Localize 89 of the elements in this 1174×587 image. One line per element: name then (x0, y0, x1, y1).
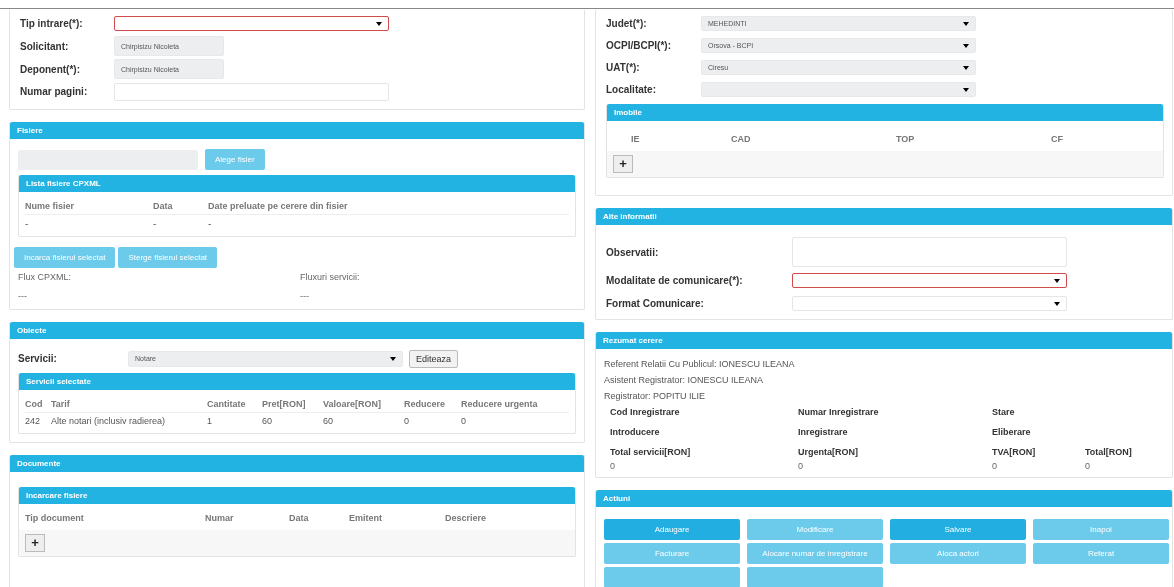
panel-header: Servicii selectate (19, 373, 575, 390)
column-header: Descriere (445, 513, 488, 523)
field-label: Observatii: (606, 246, 660, 258)
summary-line: Referent Relatii Cu Publicul: IONESCU ILEANA (604, 359, 796, 369)
summary-label: Total[RON] (1085, 447, 1133, 457)
summary-label: TVA[RON] (992, 447, 1037, 457)
edit-button[interactable]: Editeaza (409, 349, 459, 368)
table-cell-text: Alte notari (inclusiv radierea) (51, 416, 167, 426)
caret-icon (390, 356, 396, 361)
table-cell-text: - (208, 218, 213, 229)
action-button[interactable]: Adaugare (604, 519, 740, 540)
column-header: Tip document (25, 513, 85, 523)
table-cell-text: - (153, 218, 158, 229)
select-field[interactable] (792, 273, 1067, 288)
column-header: Cod (25, 399, 44, 409)
summary-value: 0 (992, 461, 998, 471)
table-cell-text: 60 (262, 416, 273, 426)
table-cell-text: - (25, 218, 30, 229)
column-header: Cantitate (207, 399, 247, 409)
summary-line: Asistent Registrator: IONESCU ILEANA (604, 375, 765, 385)
panel-header: Lista fisiere CPXML (19, 175, 575, 192)
panel-header: Incarcare fisiere (19, 487, 575, 504)
action-button[interactable]: Salvare (890, 519, 1026, 540)
select-field[interactable] (114, 16, 389, 31)
column-header: Pret[RON] (262, 399, 307, 409)
flow-value: --- (18, 291, 28, 301)
field-label: UAT(*): (606, 62, 641, 73)
summary-label: Stare (992, 407, 1016, 417)
panel-header: Imobile (607, 104, 1163, 121)
field-label: Servicii: (18, 353, 58, 364)
column-header: Tarif (51, 399, 71, 409)
caret-icon (1054, 278, 1060, 283)
summary-label: Urgenta[RON] (798, 447, 859, 457)
panel-header: Documente (10, 455, 584, 472)
column-header: CF (1051, 134, 1064, 144)
column-header: Numar (205, 513, 235, 523)
summary-label: Cod Inregistrare (610, 407, 681, 417)
add-button[interactable]: + (613, 155, 633, 173)
field-label: Tip intrare(*): (20, 18, 84, 29)
caret-icon (963, 21, 969, 26)
summary-value: 0 (798, 461, 804, 471)
field-label: Format Comunicare: (606, 298, 705, 309)
column-header: Data (289, 513, 310, 523)
flow-label: Flux CPXML: (18, 272, 72, 282)
column-header: TOP (896, 134, 916, 144)
column-header: Date preluate pe cerere din fisier (208, 201, 349, 211)
field-label: Solicitant: (20, 40, 70, 52)
panel-header: Rezumat cerere (596, 332, 1172, 349)
text-area[interactable] (792, 237, 1067, 267)
column-header: Emitent (349, 513, 383, 523)
summary-value: 0 (1085, 461, 1091, 471)
input-field[interactable] (114, 82, 389, 101)
summary-label: Introducere (610, 427, 661, 437)
column-header: Nume fisier (25, 201, 76, 211)
flow-label: Fluxuri servicii: (300, 272, 361, 282)
summary-label: Numar Inregistrare (798, 407, 880, 417)
column-header: Reducere (404, 399, 447, 409)
caret-icon (1054, 301, 1060, 306)
caret-icon (963, 87, 969, 92)
summary-line: Registrator: POPITU ILIE (604, 391, 707, 401)
panel-header: Obiecte (10, 322, 584, 339)
flow-value: --- (300, 291, 310, 301)
panel-header: Alte informatii (596, 208, 1172, 225)
summary-label: Total servicii[RON] (610, 447, 692, 457)
table-cell-text: 60 (323, 416, 334, 426)
summary-label: Eliberare (992, 427, 1032, 437)
field-label: OCPI/BCPI(*): (606, 40, 672, 51)
summary-label: Inregistrare (798, 427, 849, 437)
column-header: Data (153, 201, 174, 211)
column-header: Reducere urgenta (461, 399, 539, 409)
column-header: Valoare[RON] (323, 399, 383, 409)
summary-value: 0 (610, 461, 616, 471)
field-label: Judet(*): (606, 18, 648, 29)
caret-icon (963, 65, 969, 70)
panel-header: Fisiere (10, 122, 584, 139)
column-header: CAD (731, 134, 752, 144)
field-label: Localitate: (606, 84, 657, 95)
table-cell-text: 1 (207, 416, 213, 426)
table-cell-text: 242 (25, 416, 42, 426)
table-cell-text: 0 (404, 416, 410, 426)
column-header: IE (631, 134, 641, 144)
caret-icon (376, 21, 382, 26)
field-label: Modalitate de comunicare(*): (606, 275, 744, 286)
field-label: Deponent(*): (20, 63, 81, 75)
caret-icon (963, 43, 969, 48)
panel-header: Actiuni (596, 490, 1172, 507)
add-button[interactable]: + (25, 534, 45, 552)
field-label: Numar pagini: (20, 86, 89, 97)
table-cell-text: 0 (461, 416, 467, 426)
